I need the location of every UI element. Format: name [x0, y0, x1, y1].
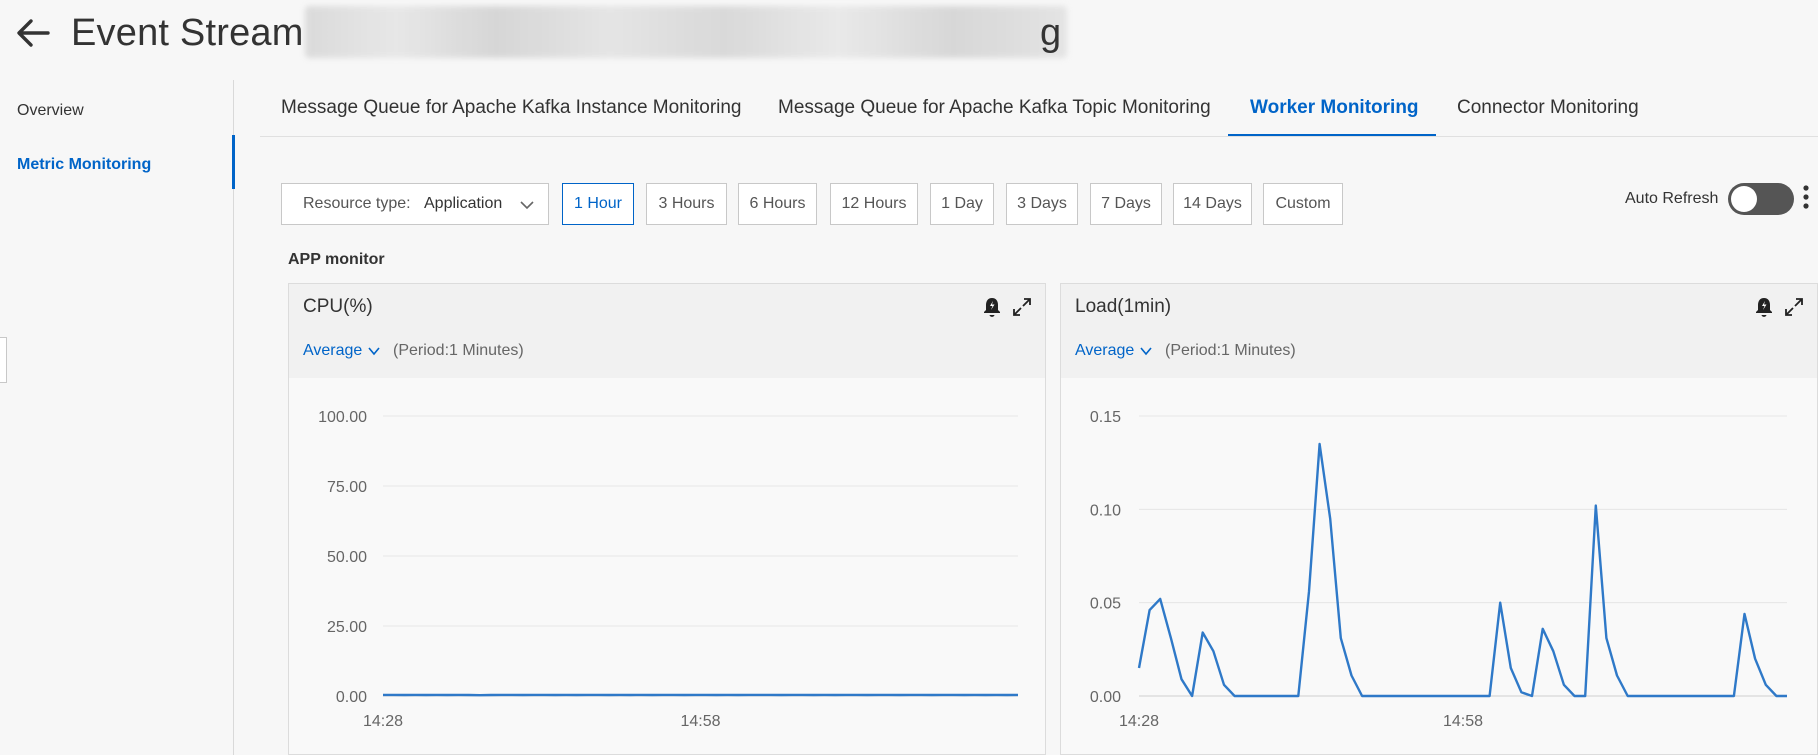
x-tick-label: 14:58 [680, 713, 720, 730]
panel-title: Load(1min) [1075, 296, 1172, 317]
range-12-hours-button[interactable]: 12 Hours [830, 183, 918, 225]
y-tick-label: 0.15 [1090, 409, 1121, 426]
range-3-days-button[interactable]: 3 Days [1006, 183, 1078, 225]
aggregation-select[interactable]: Average [1075, 342, 1153, 360]
auto-refresh-toggle[interactable] [1728, 183, 1794, 215]
range-7-days-button[interactable]: 7 Days [1090, 183, 1162, 225]
aggregation-select[interactable]: Average [303, 342, 381, 360]
x-tick-label: 14:28 [363, 713, 403, 730]
load-panel: Load(1min) Average (Period:1 Minutes) 0.… [1060, 283, 1818, 755]
range-1-day-button[interactable]: 1 Day [930, 183, 994, 225]
monitoring-tabs: Message Queue for Apache Kafka Instance … [260, 80, 1818, 137]
y-tick-label: 0.10 [1090, 502, 1121, 519]
y-tick-label: 50.00 [327, 549, 367, 566]
panel-header: CPU(%) Average (Period:1 Minutes) [289, 284, 1045, 378]
cpu-line-chart: 100.00 75.00 50.00 25.00 0.00 14:28 14:58 [318, 409, 1019, 730]
y-tick-label: 0.05 [1090, 596, 1121, 613]
section-title: APP monitor [288, 251, 385, 268]
aggregation-label: Average [1075, 342, 1135, 359]
sidebar-item-overview[interactable]: Overview [17, 102, 84, 120]
resource-type-value: Application [424, 195, 503, 212]
range-custom-button[interactable]: Custom [1263, 183, 1343, 225]
chevron-down-icon [1140, 347, 1152, 356]
series-line [1137, 442, 1787, 698]
tab-topic-monitoring[interactable]: Message Queue for Apache Kafka Topic Mon… [778, 80, 1211, 136]
auto-refresh-label: Auto Refresh [1625, 190, 1719, 207]
active-tab-underline [1228, 134, 1436, 136]
page-header: Event Stream g [0, 0, 1818, 70]
arrow-left-icon[interactable] [14, 14, 52, 52]
panel-header: Load(1min) Average (Period:1 Minutes) [1061, 284, 1817, 378]
tab-connector-monitoring[interactable]: Connector Monitoring [1457, 80, 1639, 136]
range-6-hours-button[interactable]: 6 Hours [738, 183, 817, 225]
tab-worker-monitoring[interactable]: Worker Monitoring [1250, 80, 1419, 136]
resource-type-select[interactable]: Resource type: Application [281, 183, 549, 225]
chevron-down-icon [520, 201, 534, 210]
more-vertical-icon[interactable] [1800, 182, 1812, 214]
y-tick-label: 0.00 [336, 689, 367, 706]
sidebar: Overview Metric Monitoring [0, 80, 235, 755]
y-tick-label: 75.00 [327, 479, 367, 496]
load-line-chart: 0.15 0.10 0.05 0.00 14:28 14:58 [1090, 409, 1787, 730]
tab-instance-monitoring[interactable]: Message Queue for Apache Kafka Instance … [281, 80, 742, 136]
aggregation-label: Average [303, 342, 363, 359]
resource-type-label: Resource type: [303, 195, 411, 212]
period-label: (Period:1 Minutes) [393, 342, 524, 359]
period-label: (Period:1 Minutes) [1165, 342, 1296, 359]
expand-icon[interactable] [1783, 296, 1805, 318]
expand-icon[interactable] [1011, 296, 1033, 318]
sidebar-active-indicator [232, 135, 235, 189]
range-3-hours-button[interactable]: 3 Hours [646, 183, 727, 225]
x-tick-label: 14:28 [1119, 713, 1159, 730]
collapse-handle[interactable] [0, 337, 7, 383]
page-title-suffix: g [1040, 12, 1062, 54]
alarm-bell-icon[interactable] [981, 296, 1003, 318]
range-1-hour-button[interactable]: 1 Hour [562, 183, 634, 225]
cpu-panel: CPU(%) Average (Period:1 Minutes) 100.00… [288, 283, 1046, 755]
chevron-down-icon [368, 347, 380, 356]
y-tick-label: 100.00 [318, 409, 367, 426]
redacted-instance-name [305, 6, 1067, 58]
y-tick-label: 0.00 [1090, 689, 1121, 706]
x-tick-label: 14:58 [1443, 713, 1483, 730]
range-14-days-button[interactable]: 14 Days [1173, 183, 1252, 225]
y-tick-label: 25.00 [327, 619, 367, 636]
sidebar-item-metric-monitoring[interactable]: Metric Monitoring [17, 156, 151, 174]
alarm-bell-icon[interactable] [1753, 296, 1775, 318]
panel-title: CPU(%) [303, 296, 373, 317]
toggle-knob [1731, 186, 1757, 212]
page-title: Event Stream [71, 12, 304, 54]
